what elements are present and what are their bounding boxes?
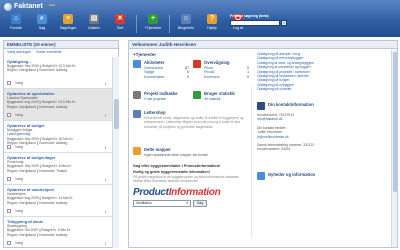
news-icon [257,172,265,180]
scrollbar-thumb[interactable] [114,99,119,129]
scrollbar-thumb[interactable] [393,52,397,192]
toolbar-separator [169,15,170,33]
sort-list-link[interactable]: Sorter emneliste [36,50,61,55]
pi-subtitle: Hurtig og gratis byggeemnetalie informat… [133,170,210,174]
welcome-panel: Velkommen Judith Henriksen +Tjenester Ak… [128,40,398,248]
monitoring-icon [193,60,201,68]
inbox-icon [133,91,141,99]
app-logo[interactable]: Faktanet beta [4,3,56,12]
subject-list: Opfølgning... Byggestart: Sep 2009 || Bu… [4,57,112,248]
folders-box: Dette mapper Ingen opdaterede dette mapp… [133,147,251,159]
quick-link[interactable]: Opfølgning på nyheder [257,87,387,91]
app-header: Faktanet beta ⌂ Forside ⌕ Søg ≡ Søgninge… [0,0,400,37]
search-input[interactable] [230,20,280,26]
list-item[interactable]: Opførelse af vandrehjem Vandrerhjem Bygg… [4,185,112,217]
pi-search-button[interactable]: Søg [193,199,208,207]
list-item[interactable]: Opførelse af boliger/lager Privat bolig … [4,153,112,185]
status-flag-icon: ! [104,81,106,86]
activities-box: Aktiviteter Overskrevne 87 Vigtige 6 Komme… [133,60,193,86]
pi-title: Søg efter byggeemnetalier i ProductInfor… [133,164,221,168]
lettershop-box: Lettershop Send direkte mails, salgsmail… [133,110,251,138]
status-flag-icon: ! [104,241,106,246]
status-flag-icon: ! [104,177,106,182]
item-checkbox[interactable] [7,145,11,149]
subject-list-scrollbar[interactable] [112,57,119,248]
user-statistics-box[interactable]: Bruger statistik Se statistik [193,91,253,105]
statistics-icon [193,91,201,99]
toolbar-button-searches[interactable]: ≡ Søgninger [55,13,81,35]
news-box[interactable]: Nyheder og information [257,172,385,184]
monitoring-row[interactable]: Kommune 0 [204,75,249,79]
list-item[interactable]: Opførelse af boliger Nybyggeri boliger L… [4,121,112,153]
toolbar-button-forside[interactable]: ⌂ Forside [3,13,29,35]
help-icon: ? [207,14,217,24]
status-flag-icon: ! [104,209,106,214]
welcome-title: Velkommen Judith Henriksen [129,41,397,49]
project-inbox-box[interactable]: Projekt indbakke 0 nye projekter [133,91,193,105]
toolbar-separator [136,15,137,33]
info-column: Opfølgning på arbejde i brug Opfølgning … [257,52,390,247]
search-icon: ⌕ [37,14,47,24]
subject-list-panel: EMNELISTE (19 emner) Vælg alle/ingen Sor… [3,40,119,248]
folder-icon [133,147,141,155]
item-checkbox[interactable] [7,209,11,213]
user-icon: ☺ [181,14,191,24]
item-checkbox[interactable] [7,113,11,117]
activity-row[interactable]: Kommentarer 0 [144,75,189,79]
main-toolbar: ⌂ Forside ⌕ Søg ≡ Søgninger ▤ Udskriv ✕ … [3,13,251,35]
toolbar-button-delete[interactable]: ✕ Slet [107,13,133,35]
status-flag-icon: ! [104,145,106,150]
search-label: Fritekst søgning (beta) [230,14,269,18]
beta-badge: beta [49,3,56,7]
contact-info-box: Din kontaktinformation Kundekontrol: 751… [257,102,315,152]
list-item[interactable]: Opførelse af sportshaller Lokalom Sports… [4,89,112,121]
toolbar-button-userinfo[interactable]: ☺ Brugerinfo [173,13,199,35]
services-column: +Tjenester Aktiviteter Overskrevne 87 Vig… [133,52,253,247]
welcome-panel-scrollbar[interactable] [391,50,397,247]
quick-links: Opfølgning på arbejde i brug Opfølgning … [257,52,387,92]
list-item[interactable]: Opfølgning... Byggestart: Sep 2009 || Bu… [4,57,112,89]
category-select[interactable]: Ventilation ▾ [133,199,191,207]
subject-list-tools: Vælg alle/ingen Sorter emneliste [4,49,118,56]
toolbar-button-services[interactable]: + +Tjenester [140,13,166,35]
toolbar-button-search[interactable]: ⌕ Søg [29,13,55,35]
product-information-logo: ProductInformation [133,186,221,198]
services-icon: + [148,14,158,24]
search-submit-button[interactable]: » [281,20,287,26]
column-divider [251,87,252,237]
contact-icon [257,102,265,110]
select-all-link[interactable]: Vælg alle/ingen [7,50,31,55]
delete-icon: ✕ [115,14,125,24]
app-name: Faktanet [14,3,43,10]
pi-description: PB gratis integration til de byggeprojek… [133,175,239,184]
home-icon: ⌂ [11,14,21,24]
activities-icon [133,60,141,68]
chevron-down-icon: ▾ [186,200,188,205]
item-checkbox[interactable] [7,177,11,181]
print-icon: ▤ [89,14,99,24]
status-flag-icon: ! [104,113,106,118]
freetext-search: Fritekst søgning (beta) » [230,14,296,30]
toolbar-button-print[interactable]: ▤ Udskriv [81,13,107,35]
product-information-box: Søg efter byggeemnetalier i ProductInfor… [133,164,251,244]
toolbar-button-help[interactable]: ? Hjælp [199,13,225,35]
list-item[interactable]: Tilbygning af skole Skolebygning Byggest… [4,217,112,248]
item-checkbox[interactable] [7,241,11,245]
envelope-icon [133,110,141,118]
list-icon: ≡ [63,14,73,24]
globe-icon [4,3,12,11]
monitoring-box: Overvågning Privat 0 Privat2 1 Kommune 0 [193,60,253,86]
services-title: +Tjenester [133,52,157,57]
subject-list-title: EMNELISTE (19 emner) [4,41,118,49]
item-checkbox[interactable] [7,81,11,85]
